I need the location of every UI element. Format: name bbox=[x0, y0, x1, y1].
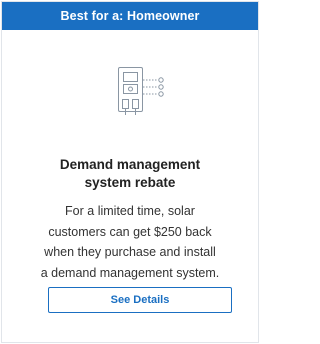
card-description: For a limited time, solar customers can … bbox=[2, 201, 258, 283]
description-line: customers can get $250 back bbox=[48, 224, 212, 239]
description-line: when they purchase and install bbox=[44, 245, 216, 259]
see-details-button[interactable]: See Details bbox=[48, 287, 232, 313]
rebate-card: Best for a: Homeowner Demand management … bbox=[1, 1, 259, 343]
card-title-line: Demand management bbox=[59, 157, 201, 172]
card-title-line: system rebate bbox=[84, 175, 176, 190]
audience-banner: Best for a: Homeowner bbox=[2, 2, 258, 30]
card-title: Demand management system rebate bbox=[2, 156, 258, 192]
demand-management-device-icon bbox=[114, 62, 170, 122]
description-line: For a limited time, solar bbox=[65, 204, 195, 218]
description-line: a demand management system. bbox=[40, 265, 220, 280]
